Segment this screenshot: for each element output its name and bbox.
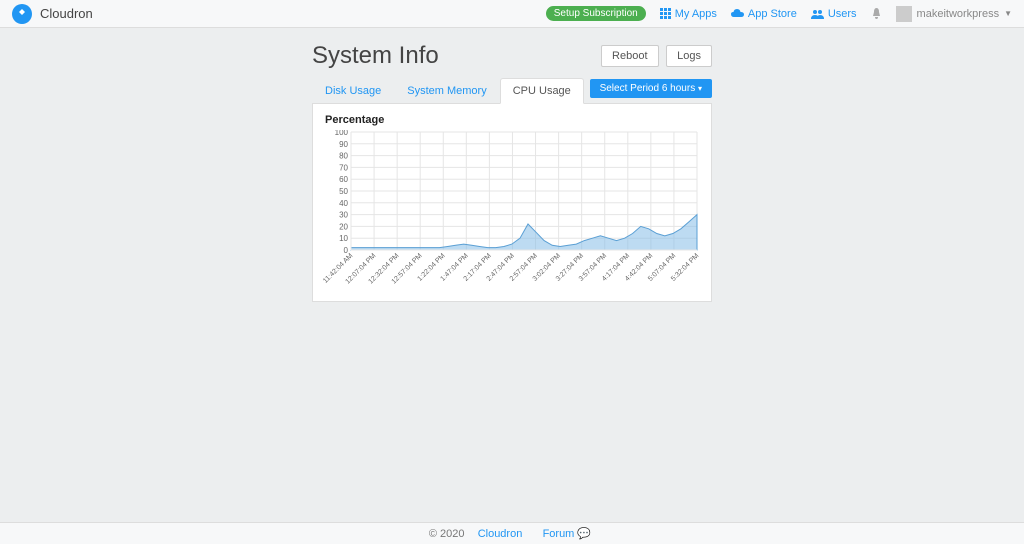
bell-icon bbox=[871, 8, 882, 20]
chat-icon: 💬 bbox=[577, 527, 591, 540]
grid-icon bbox=[660, 8, 671, 19]
cpu-chart: 010203040506070809010011:42:04 AM12:07:0… bbox=[323, 130, 701, 295]
main-container: System Info Reboot Logs Disk Usage Syste… bbox=[312, 42, 712, 302]
chevron-down-icon: ▼ bbox=[1004, 9, 1012, 18]
tab-cpu-usage[interactable]: CPU Usage bbox=[500, 78, 584, 104]
header-actions: Reboot Logs bbox=[601, 45, 712, 67]
navbar: Cloudron Setup Subscription My Apps App … bbox=[0, 0, 1024, 28]
reboot-button[interactable]: Reboot bbox=[601, 45, 658, 67]
username-label: makeitworkpress bbox=[917, 8, 1000, 20]
subscription-badge[interactable]: Setup Subscription bbox=[546, 6, 646, 21]
nav-notifications[interactable] bbox=[871, 8, 882, 20]
nav-users-label: Users bbox=[828, 8, 857, 20]
footer: © 2020 Cloudron Forum 💬 bbox=[0, 522, 1024, 544]
user-menu[interactable]: makeitworkpress ▼ bbox=[896, 6, 1012, 22]
tabs: Disk Usage System Memory CPU Usage bbox=[312, 78, 584, 103]
svg-text:70: 70 bbox=[339, 163, 348, 172]
tab-disk-usage[interactable]: Disk Usage bbox=[312, 78, 394, 103]
svg-text:100: 100 bbox=[335, 130, 349, 137]
logs-button[interactable]: Logs bbox=[666, 45, 712, 67]
svg-text:80: 80 bbox=[339, 152, 348, 161]
svg-text:40: 40 bbox=[339, 199, 348, 208]
users-icon bbox=[811, 9, 824, 19]
nav-appstore-label: App Store bbox=[748, 8, 797, 20]
footer-copyright: © 2020 bbox=[429, 528, 465, 540]
tab-system-memory[interactable]: System Memory bbox=[394, 78, 499, 103]
brand-text: Cloudron bbox=[40, 6, 93, 21]
select-period-button[interactable]: Select Period 6 hours ▾ bbox=[590, 79, 712, 98]
svg-text:10: 10 bbox=[339, 234, 348, 243]
svg-text:20: 20 bbox=[339, 222, 348, 231]
nav-users[interactable]: Users bbox=[811, 8, 857, 20]
avatar-icon bbox=[896, 6, 912, 22]
header-row: System Info Reboot Logs bbox=[312, 42, 712, 70]
svg-text:50: 50 bbox=[339, 187, 348, 196]
svg-text:30: 30 bbox=[339, 211, 348, 220]
chart-title: Percentage bbox=[325, 114, 701, 126]
select-period-label: Select Period 6 hours bbox=[600, 83, 696, 94]
nav-myapps[interactable]: My Apps bbox=[660, 8, 717, 20]
nav-myapps-label: My Apps bbox=[675, 8, 717, 20]
nav-appstore[interactable]: App Store bbox=[731, 8, 797, 20]
svg-text:90: 90 bbox=[339, 140, 348, 149]
svg-text:60: 60 bbox=[339, 175, 348, 184]
chart-panel: Percentage 010203040506070809010011:42:0… bbox=[312, 104, 712, 302]
tab-row: Disk Usage System Memory CPU Usage Selec… bbox=[312, 78, 712, 104]
footer-forum-link[interactable]: Forum 💬 bbox=[543, 528, 592, 540]
chevron-down-icon: ▾ bbox=[698, 84, 702, 93]
footer-cloudron-link[interactable]: Cloudron bbox=[478, 528, 523, 540]
nav-right: Setup Subscription My Apps App Store Use… bbox=[546, 6, 1012, 22]
chart-svg: 010203040506070809010011:42:04 AM12:07:0… bbox=[323, 130, 703, 295]
cloud-icon bbox=[731, 9, 744, 19]
logo-icon bbox=[12, 4, 32, 24]
page-title: System Info bbox=[312, 42, 439, 70]
footer-forum-label: Forum bbox=[543, 528, 575, 540]
nav-left: Cloudron bbox=[12, 4, 93, 24]
